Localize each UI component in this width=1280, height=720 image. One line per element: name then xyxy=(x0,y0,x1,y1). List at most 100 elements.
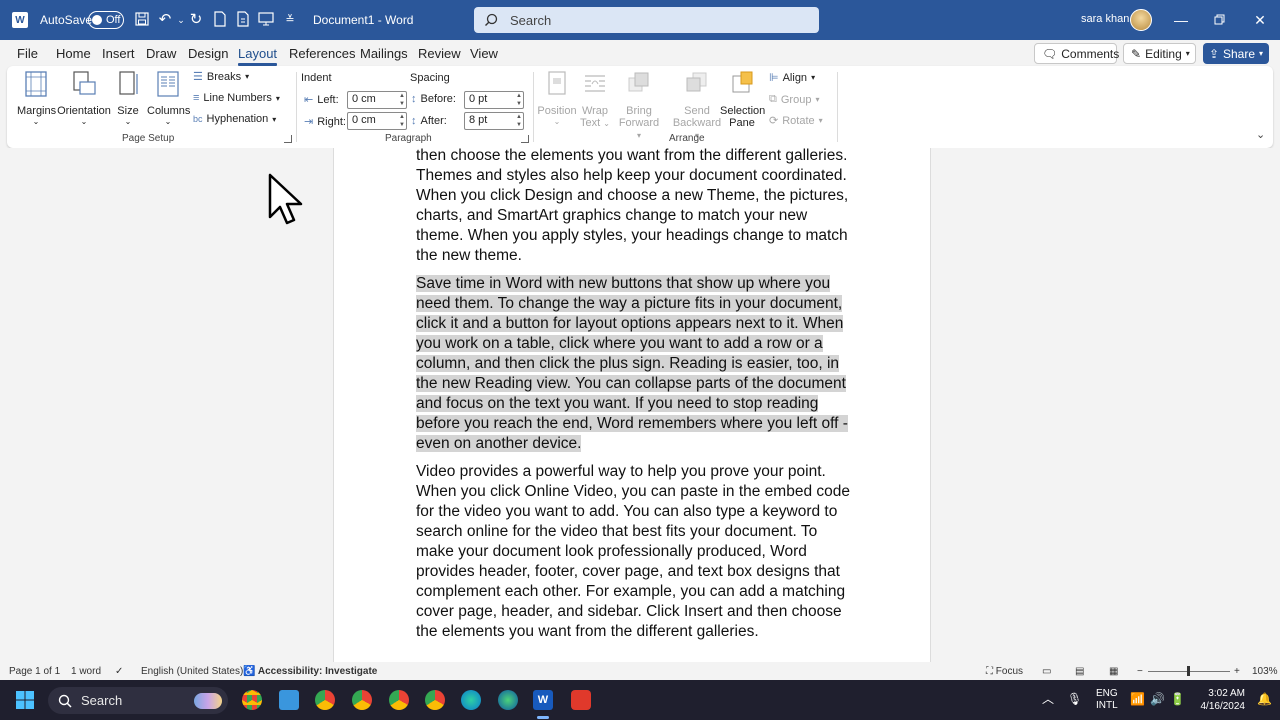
paragraph-1[interactable]: then choose the elements you want from t… xyxy=(416,148,856,266)
tab-file[interactable]: File xyxy=(17,46,38,61)
windows-start-icon[interactable] xyxy=(15,690,35,710)
spinner-icon[interactable]: ▲ ▼ xyxy=(399,92,405,108)
redo-icon[interactable]: ↻ xyxy=(187,11,205,29)
minimize-icon[interactable]: — xyxy=(1172,11,1190,29)
paragraph-3[interactable]: Video provides a powerful way to help yo… xyxy=(416,462,856,642)
spinner-icon[interactable]: ▲ ▼ xyxy=(516,113,522,129)
tab-review[interactable]: Review xyxy=(418,46,461,61)
rotate-label: Rotate xyxy=(782,114,815,127)
orientation-button[interactable]: Orientation ⌄ xyxy=(57,70,111,126)
tab-view[interactable]: View xyxy=(470,46,498,61)
chevron-down-icon: ⌄ xyxy=(553,117,561,126)
user-name[interactable]: sara khan xyxy=(1081,13,1129,25)
wrap-text-label-1: Wrap xyxy=(581,105,609,117)
title-bar: W AutoSave Off ↶ ⌄ ↻ ≚ Document1 - Word … xyxy=(0,0,1280,40)
tab-layout[interactable]: Layout xyxy=(238,46,278,66)
recorder-icon[interactable] xyxy=(571,690,591,710)
margins-button[interactable]: Margins ⌄ xyxy=(17,70,56,126)
align-button[interactable]: ⊫ Align ▾ xyxy=(769,71,815,85)
autosave-toggle[interactable]: Off xyxy=(88,11,124,29)
paragraph-launcher-icon[interactable] xyxy=(521,135,529,143)
spacing-heading: Spacing xyxy=(410,72,450,84)
indent-right-field[interactable]: 0 cm ▲ ▼ xyxy=(347,112,407,130)
paragraph-2-selected[interactable]: Save time in Word with new buttons that … xyxy=(416,274,856,454)
zoom-level[interactable]: 103% xyxy=(1252,666,1278,677)
language[interactable]: English (United States) xyxy=(141,666,243,677)
zoom-out-icon[interactable]: − xyxy=(1137,666,1143,677)
spacing-before-field[interactable]: 0 pt ▲ ▼ xyxy=(464,91,524,109)
taskbar-search[interactable]: Search xyxy=(48,687,228,714)
wrap-text-button[interactable]: Wrap Text ⌄ xyxy=(579,70,611,129)
selected-text[interactable]: Save time in Word with new buttons that … xyxy=(416,275,848,452)
document-page[interactable]: then choose the elements you want from t… xyxy=(333,148,931,662)
wifi-icon[interactable]: 📶 xyxy=(1130,692,1145,706)
collapse-ribbon-icon[interactable]: ⌄ xyxy=(1256,128,1265,141)
new-document-icon[interactable] xyxy=(211,11,229,29)
document-canvas[interactable]: then choose the elements you want from t… xyxy=(0,148,1280,662)
mouse-pointer-icon xyxy=(268,173,303,225)
chrome-icon[interactable] xyxy=(352,690,372,710)
notifications-icon[interactable]: 🔔 xyxy=(1257,692,1272,706)
group-label: Group xyxy=(780,93,812,106)
tab-design[interactable]: Design xyxy=(188,46,228,61)
proofing-icon[interactable]: ✓ xyxy=(115,666,123,677)
comments-button[interactable]: 🗨 Comments xyxy=(1034,43,1119,64)
input-language[interactable]: ENG INTL xyxy=(1096,688,1118,712)
chrome-icon[interactable] xyxy=(315,690,335,710)
word-count[interactable]: 1 word xyxy=(71,666,101,677)
word-taskbar-icon[interactable]: W xyxy=(533,690,553,710)
send-backward-button[interactable]: Send Backward ▾ xyxy=(671,70,723,141)
customize-toolbar-icon[interactable]: ≚ xyxy=(281,11,299,29)
read-mode-icon[interactable]: ▭ xyxy=(1042,666,1051,677)
touch-mode-icon[interactable] xyxy=(234,11,252,29)
indent-left-value: 0 cm xyxy=(352,93,376,105)
show-hidden-icons[interactable]: ︿ xyxy=(1041,692,1055,706)
battery-icon[interactable]: 🔋 xyxy=(1170,692,1185,706)
notepad-icon[interactable] xyxy=(279,690,299,710)
tab-insert[interactable]: Insert xyxy=(102,46,135,61)
page-count[interactable]: Page 1 of 1 xyxy=(9,666,60,677)
selection-pane-button[interactable]: Selection Pane xyxy=(720,70,765,129)
chevron-down-icon: ⌄ xyxy=(80,117,88,126)
spinner-icon[interactable]: ▲ ▼ xyxy=(516,92,522,108)
edge-dev-icon[interactable] xyxy=(461,690,481,710)
size-button[interactable]: Size ⌄ xyxy=(114,70,142,126)
chrome-icon[interactable] xyxy=(242,690,262,710)
restore-icon[interactable] xyxy=(1210,11,1228,29)
present-icon[interactable] xyxy=(257,11,275,29)
spinner-icon[interactable]: ▲ ▼ xyxy=(399,113,405,129)
line-numbers-button[interactable]: ≡ Line Numbers ▾ xyxy=(193,92,280,104)
close-icon[interactable]: ✕ xyxy=(1251,11,1269,29)
clock[interactable]: 3:02 AM 4/16/2024 xyxy=(1199,687,1246,713)
edge-icon[interactable] xyxy=(498,690,518,710)
print-layout-icon[interactable]: ▤ xyxy=(1075,666,1084,677)
tab-draw[interactable]: Draw xyxy=(146,46,176,61)
breaks-button[interactable]: ☰ Breaks ▾ xyxy=(193,70,249,84)
rotate-button[interactable]: ⟳ Rotate ▾ xyxy=(769,114,823,128)
indent-left-field[interactable]: 0 cm ▲ ▼ xyxy=(347,91,407,109)
chrome-icon[interactable] xyxy=(389,690,409,710)
search-bar[interactable]: Search xyxy=(474,7,819,33)
microphone-icon[interactable]: 🎙 xyxy=(1067,692,1082,706)
avatar[interactable] xyxy=(1130,9,1152,31)
columns-button[interactable]: Columns ⌄ xyxy=(147,70,190,126)
zoom-slider-thumb[interactable] xyxy=(1187,666,1190,676)
group-button[interactable]: ⧉ Group ▾ xyxy=(769,93,819,106)
bring-forward-button[interactable]: Bring Forward ▾ xyxy=(617,70,661,141)
chrome-icon[interactable] xyxy=(425,690,445,710)
tab-mailings[interactable]: Mailings xyxy=(360,46,408,61)
spacing-after-field[interactable]: 8 pt ▲ ▼ xyxy=(464,112,524,130)
volume-icon[interactable]: 🔊 xyxy=(1150,692,1165,706)
position-button[interactable]: Position ⌄ xyxy=(537,70,577,126)
hyphenation-button[interactable]: bc Hyphenation ▾ xyxy=(193,113,276,125)
share-button[interactable]: ⇪ Share ▾ xyxy=(1203,43,1269,64)
web-layout-icon[interactable]: ▦ xyxy=(1109,666,1118,677)
tab-home[interactable]: Home xyxy=(56,46,91,61)
tab-references[interactable]: References xyxy=(289,46,355,61)
save-icon[interactable] xyxy=(133,11,151,29)
editing-mode-button[interactable]: ✎ Editing ▾ xyxy=(1123,43,1196,64)
page-setup-launcher-icon[interactable] xyxy=(284,135,292,143)
zoom-in-icon[interactable]: + xyxy=(1234,666,1240,677)
focus-button[interactable]: ⛶ Focus xyxy=(986,666,1023,677)
accessibility-status[interactable]: ♿ Accessibility: Investigate xyxy=(243,666,377,677)
